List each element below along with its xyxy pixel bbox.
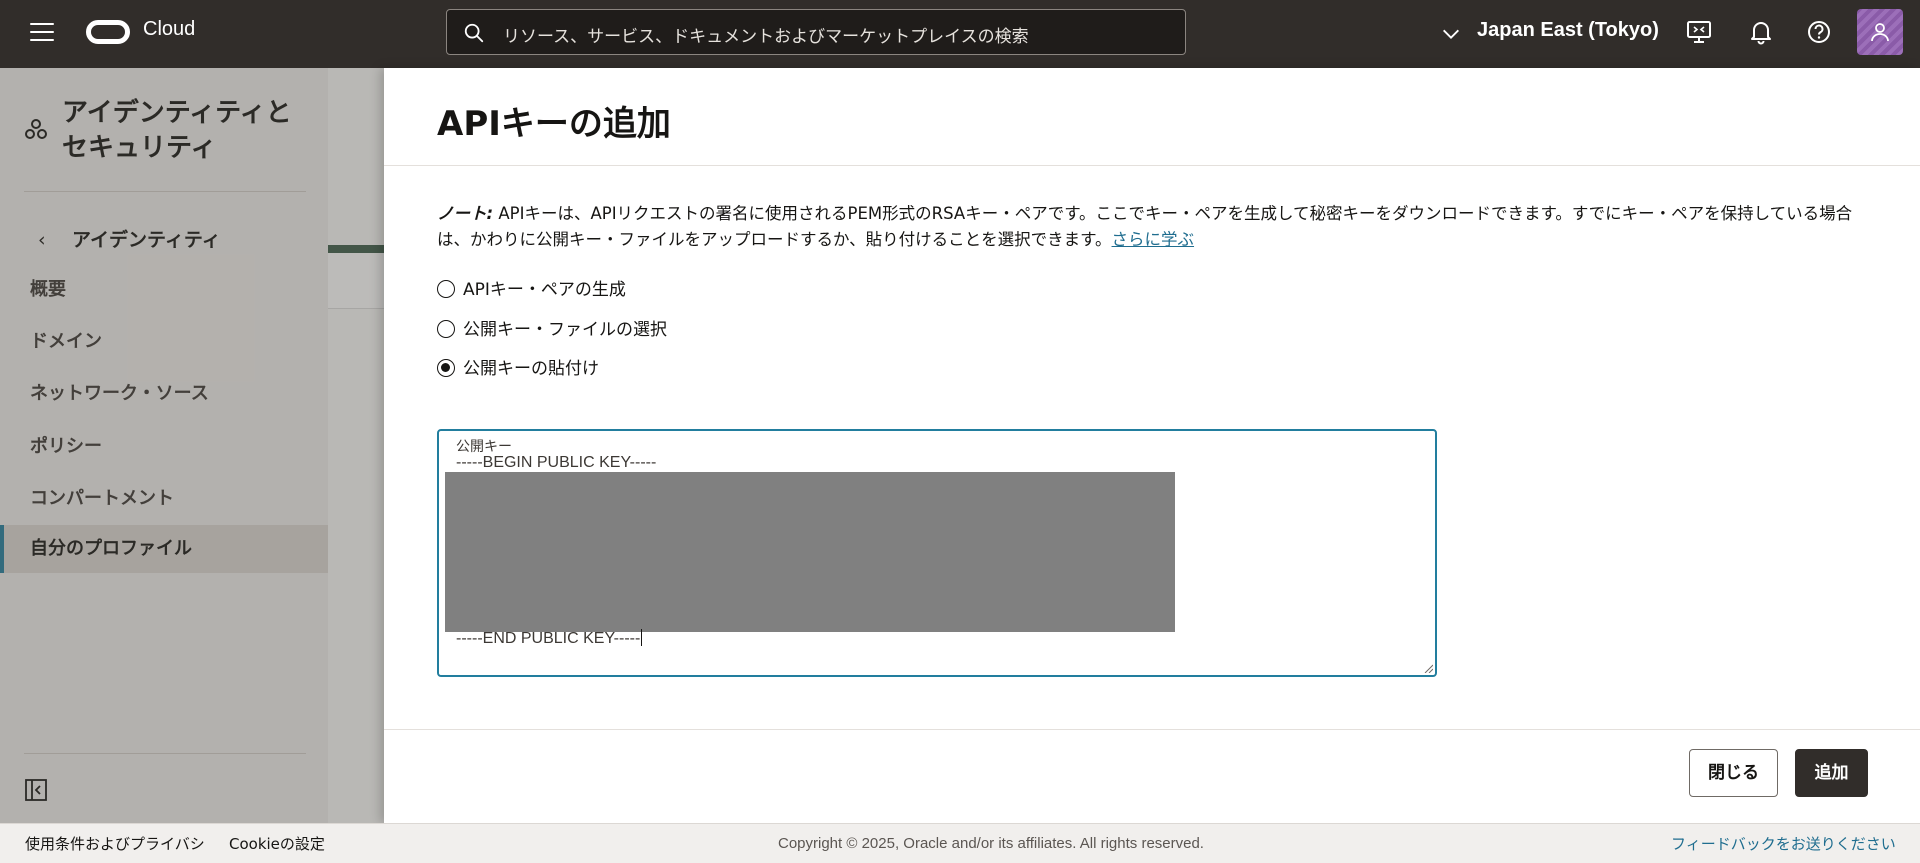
resize-handle-icon[interactable]: [1423, 663, 1433, 673]
modal-overlay[interactable]: [0, 68, 384, 823]
oracle-logo[interactable]: [86, 20, 130, 44]
top-bar: Cloud リソース、サービス、ドキュメントおよびマーケットプレイスの検索 Ja…: [0, 0, 1920, 68]
note-label: ノート:: [437, 204, 494, 223]
note-text: ノート: APIキーは、APIリクエストの署名に使用されるPEM形式のRSAキー…: [437, 201, 1857, 253]
key-end-line: -----END PUBLIC KEY-----: [456, 629, 643, 648]
radio-button-selected[interactable]: [437, 359, 455, 377]
learn-more-link[interactable]: さらに学ぶ: [1112, 230, 1195, 249]
option-generate-key-pair[interactable]: APIキー・ペアの生成: [437, 279, 626, 303]
field-label: 公開キー: [456, 439, 512, 455]
search-icon: [464, 23, 484, 43]
option-label: APIキー・ペアの生成: [463, 280, 626, 300]
radio-button[interactable]: [437, 320, 455, 338]
search-input[interactable]: リソース、サービス、ドキュメントおよびマーケットプレイスの検索: [446, 9, 1186, 55]
cloud-shell-icon[interactable]: [1685, 18, 1713, 46]
option-label: 公開キーの貼付け: [463, 359, 599, 379]
add-api-key-panel: APIキーの追加 ノート: APIキーは、APIリクエストの署名に使用されるPE…: [384, 68, 1920, 823]
user-icon: [1871, 23, 1889, 42]
help-icon[interactable]: [1805, 18, 1833, 46]
add-button[interactable]: 追加: [1795, 749, 1868, 797]
avatar[interactable]: [1857, 9, 1903, 55]
option-paste-public-key[interactable]: 公開キーの貼付け: [437, 358, 599, 382]
chevron-down-icon[interactable]: [1440, 23, 1462, 45]
public-key-textarea[interactable]: 公開キー -----BEGIN PUBLIC KEY----- -----END…: [437, 429, 1437, 677]
cookie-settings-link[interactable]: Cookieの設定: [229, 824, 325, 863]
key-end-text: -----END PUBLIC KEY-----: [456, 630, 641, 647]
search-placeholder: リソース、サービス、ドキュメントおよびマーケットプレイスの検索: [503, 27, 1029, 47]
text-cursor: [641, 629, 643, 646]
copyright-text: Copyright © 2025, Oracle and/or its affi…: [778, 835, 1204, 852]
divider: [384, 165, 1920, 166]
key-begin-line: -----BEGIN PUBLIC KEY-----: [456, 454, 657, 471]
close-button[interactable]: 閉じる: [1689, 749, 1778, 797]
menu-icon[interactable]: [30, 23, 54, 43]
option-choose-public-key-file[interactable]: 公開キー・ファイルの選択: [437, 319, 667, 343]
page-footer: 使用条件およびプライバシ Cookieの設定 Copyright © 2025,…: [0, 823, 1920, 863]
feedback-link[interactable]: フィードバックをお送りください: [1671, 824, 1896, 863]
divider: [384, 729, 1920, 730]
brand-name[interactable]: Cloud: [143, 18, 195, 41]
radio-button[interactable]: [437, 280, 455, 298]
redacted-key-block: [445, 472, 1175, 632]
region-selector[interactable]: Japan East (Tokyo): [1477, 19, 1659, 42]
terms-privacy-link[interactable]: 使用条件およびプライバシ: [25, 824, 205, 863]
option-label: 公開キー・ファイルの選択: [463, 320, 667, 340]
panel-title: APIキーの追加: [437, 104, 671, 144]
bell-icon[interactable]: [1747, 18, 1775, 46]
